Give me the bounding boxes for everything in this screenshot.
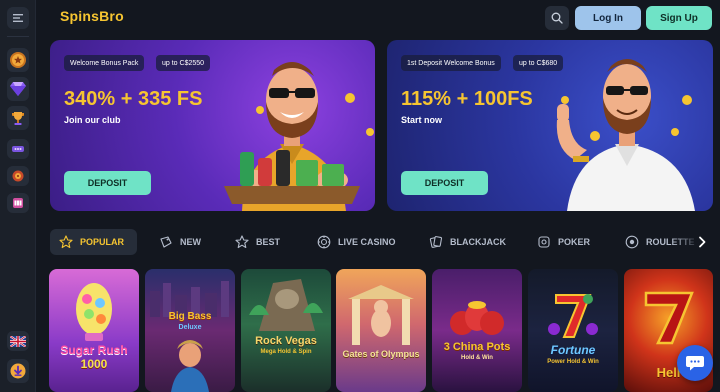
tab-popular[interactable]: POPULAR [50,229,137,255]
category-tabs: POPULAR NEW BEST LIVE CASINO BLACKJACK P… [50,229,715,255]
tab-label: NEW [180,237,201,247]
top-header: SpinsBro Log In Sign Up [36,0,720,36]
sidebar [0,0,36,392]
tab-new[interactable]: NEW [150,229,210,255]
gold-pots-illustration [450,301,504,335]
signup-button[interactable]: Sign Up [646,6,712,30]
banner-subline: Start now [401,115,443,125]
banner-tag: 1st Deposit Welcome Bonus [401,55,501,71]
tag-icon [160,236,172,248]
tab-label: POPULAR [80,237,125,247]
tab-label: BEST [256,237,281,247]
download-app-button[interactable] [7,359,29,383]
tab-poker[interactable]: POKER [528,229,599,255]
scroll-right-button[interactable] [694,234,710,250]
tab-label: LIVE CASINO [338,237,396,247]
sidebar-divider [7,36,29,37]
game-tile-gates-of-olympus[interactable]: Gates of Olympus [336,269,426,392]
roulette-icon [625,235,639,249]
mascot-thumbs-up-illustration [556,59,695,211]
banner-headline: 340% + 335 FS [64,88,203,110]
sidebar-item-tournaments[interactable] [7,106,29,130]
tab-blackjack[interactable]: BLACKJACK [420,229,515,255]
temple-gates-illustration [348,285,414,345]
menu-button[interactable] [7,7,29,29]
cards-icon [429,236,443,248]
promo-banner-welcome[interactable]: Welcome Bonus Pack up to C$2550 340% + 3… [50,40,375,211]
chevron-right-icon [699,236,706,248]
sidebar-item-bonus[interactable] [7,48,29,72]
jungle-rock-illustration [249,279,323,331]
search-icon [551,12,563,24]
banner-subline: Join our club [64,115,121,125]
game-tile-3-china-pots[interactable]: 3 China Pots Hold & Win [432,269,522,392]
star-badge-icon [235,235,249,249]
tab-label: BLACKJACK [450,237,506,247]
sidebar-item-loyalty[interactable] [7,139,29,159]
roulette-chip-icon [317,235,331,249]
tab-best[interactable]: BEST [226,229,289,255]
tab-label: POKER [558,237,591,247]
tab-live-casino[interactable]: LIVE CASINO [308,229,405,255]
slot-machine-icon [13,198,23,208]
banner-headline: 115% + 100FS [401,88,533,110]
wheel-icon [12,170,24,182]
site-logo[interactable]: SpinsBro [60,8,124,24]
game-title: Sugar Rush [60,343,128,357]
sidebar-item-vip[interactable] [7,77,29,101]
login-button[interactable]: Log In [575,6,641,30]
game-subtitle: Mega Hold & Spin [260,349,312,355]
game-title: Rock Vegas [255,335,317,347]
banner-tag: Welcome Bonus Pack [64,55,145,71]
game-subtitle: 1000 [80,357,108,371]
promo-banner-first-deposit[interactable]: 1st Deposit Welcome Bonus up to C$680 11… [387,40,713,211]
game-title: Big Bass [168,311,212,322]
flaming-seven-illustration [644,291,694,345]
language-selector[interactable] [7,331,29,351]
deposit-button[interactable]: DEPOSIT [401,171,488,195]
game-tile-fortune[interactable]: Fortune Power Hold & Win [528,269,618,392]
game-title: Fortune [550,343,596,357]
game-title: Gates of Olympus [342,349,420,359]
mascot-with-chips-illustration [224,62,374,211]
game-subtitle: Deluxe [178,324,202,331]
sidebar-item-slots[interactable] [7,193,29,213]
game-subtitle: Power Hold & Win [547,359,599,365]
game-title: 3 China Pots [443,341,511,353]
game-tile-rock-vegas[interactable]: Rock Vegas Mega Hold & Spin [241,269,331,392]
vip-badge-icon [12,146,24,152]
candy-egg-illustration [76,283,112,341]
poker-chip-icon [538,236,550,248]
live-chat-button[interactable] [677,345,713,381]
chat-bubble-icon [686,356,704,371]
sidebar-item-wheel[interactable] [7,166,29,186]
game-tile-big-bass[interactable]: Big Bass Deluxe [145,269,235,392]
star-icon [59,235,73,249]
diamond-icon [10,82,26,96]
hamburger-icon [13,14,23,22]
lucky-seven-illustration [548,294,598,338]
download-icon [10,363,26,379]
deposit-button[interactable]: DEPOSIT [64,171,151,195]
gold-coin-icon [10,52,26,68]
uk-flag-icon [10,335,26,347]
search-button[interactable] [545,6,569,30]
game-subtitle: Hold & Win [461,355,493,361]
trophy-icon [12,112,24,125]
fisherman-illustration [171,340,209,392]
game-tile-sugar-rush[interactable]: Sugar Rush 1000 [49,269,139,392]
